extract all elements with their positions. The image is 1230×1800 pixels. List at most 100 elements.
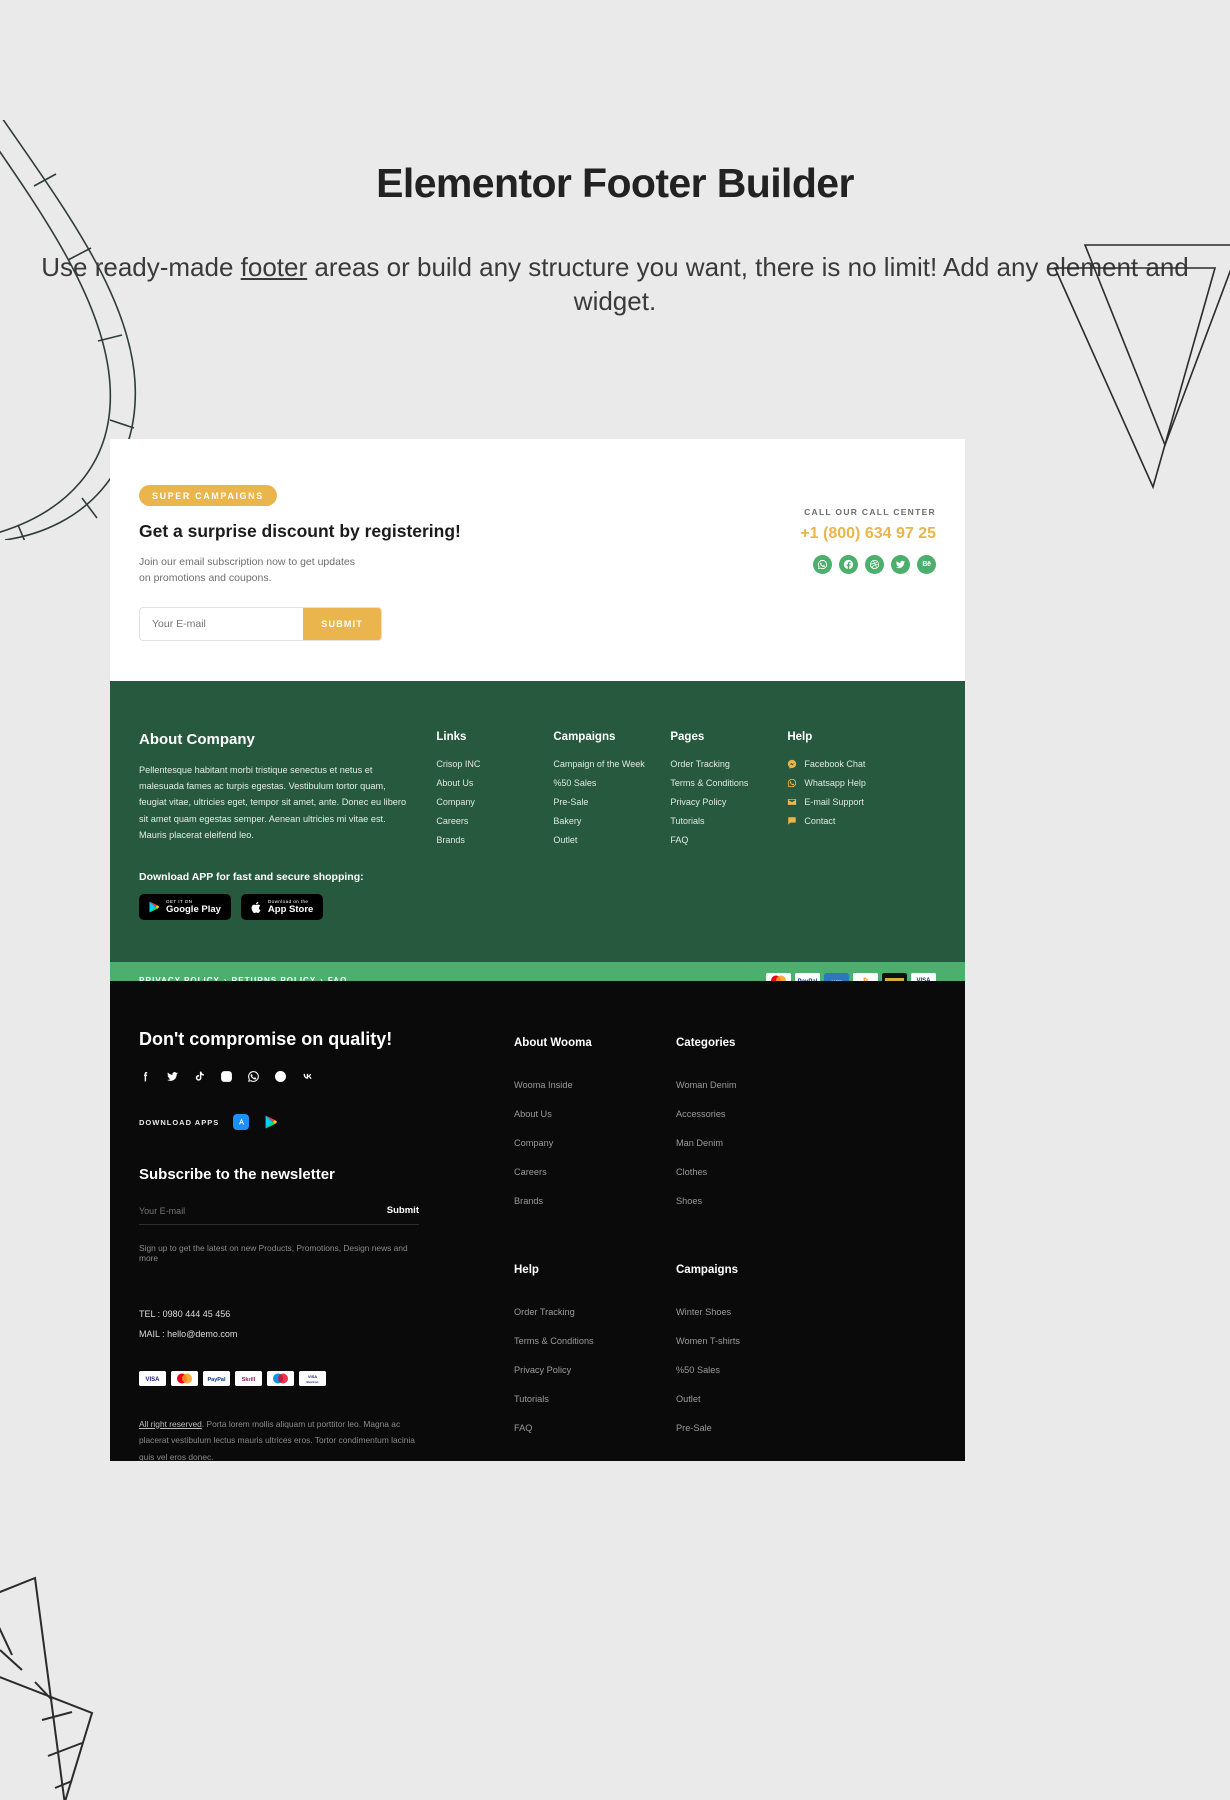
twitter-icon[interactable] [891, 555, 910, 574]
link[interactable]: Shoes [676, 1196, 702, 1206]
list-item[interactable]: Brands [514, 1191, 676, 1209]
link[interactable]: Campaign of the Week [553, 759, 658, 769]
list-item[interactable]: FAQ [514, 1418, 676, 1436]
link[interactable]: About Us [436, 778, 541, 788]
list-item[interactable]: E-mail Support [787, 797, 924, 807]
link[interactable]: Brands [436, 835, 541, 845]
link[interactable]: %50 Sales [676, 1365, 720, 1375]
link[interactable]: Winter Shoes [676, 1307, 731, 1317]
link[interactable]: Company [436, 797, 541, 807]
list-item[interactable]: Tutorials [514, 1389, 676, 1407]
facebook-icon[interactable] [839, 555, 858, 574]
list-item[interactable]: Bakery [553, 816, 658, 826]
submit-button-dark[interactable]: Submit [387, 1205, 419, 1216]
list-item[interactable]: Company [436, 797, 541, 807]
link[interactable]: Tutorials [514, 1394, 549, 1404]
link[interactable]: Crisop INC [436, 759, 541, 769]
help-link-contact[interactable]: Contact [787, 816, 924, 826]
email-input-dark[interactable] [139, 1206, 319, 1216]
link[interactable]: About Us [514, 1109, 552, 1119]
viber-icon[interactable] [274, 1070, 287, 1088]
link[interactable]: Brands [514, 1196, 543, 1206]
link[interactable]: Tutorials [670, 816, 775, 826]
list-item[interactable]: Pre-Sale [676, 1418, 838, 1436]
google-play-icon[interactable] [263, 1114, 279, 1130]
link[interactable]: Company [514, 1138, 553, 1148]
list-item[interactable]: Women T-shirts [676, 1331, 838, 1349]
facebook-icon[interactable] [139, 1070, 152, 1088]
list-item[interactable]: Privacy Policy [514, 1360, 676, 1378]
list-item[interactable]: FAQ [670, 835, 775, 845]
list-item[interactable]: %50 Sales [553, 778, 658, 788]
list-item[interactable]: Accessories [676, 1104, 838, 1122]
app-store-icon[interactable] [233, 1114, 250, 1130]
help-link-email-support[interactable]: E-mail Support [787, 797, 924, 807]
list-item[interactable]: Facebook Chat [787, 759, 924, 769]
list-item[interactable]: Crisop INC [436, 759, 541, 769]
list-item[interactable]: Outlet [553, 835, 658, 845]
link[interactable]: Privacy Policy [514, 1365, 571, 1375]
list-item[interactable]: Terms & Conditions [514, 1331, 676, 1349]
list-item[interactable]: Woman Denim [676, 1075, 838, 1093]
link[interactable]: Order Tracking [670, 759, 775, 769]
link[interactable]: Wooma Inside [514, 1080, 573, 1090]
whatsapp-icon[interactable] [813, 555, 832, 574]
list-item[interactable]: Contact [787, 816, 924, 826]
list-item[interactable]: Outlet [676, 1389, 838, 1407]
link[interactable]: Women T-shirts [676, 1336, 740, 1346]
list-item[interactable]: Pre-Sale [553, 797, 658, 807]
copyright-link[interactable]: All right reserved [139, 1419, 202, 1429]
link[interactable]: Bakery [553, 816, 658, 826]
list-item[interactable]: Privacy Policy [670, 797, 775, 807]
link[interactable]: Outlet [553, 835, 658, 845]
list-item[interactable]: %50 Sales [676, 1360, 838, 1378]
list-item[interactable]: Careers [514, 1162, 676, 1180]
list-item[interactable]: Brands [436, 835, 541, 845]
instagram-icon[interactable] [220, 1070, 233, 1088]
list-item[interactable]: Careers [436, 816, 541, 826]
link[interactable]: Pre-Sale [553, 797, 658, 807]
link[interactable]: Woman Denim [676, 1080, 737, 1090]
link[interactable]: Careers [436, 816, 541, 826]
list-item[interactable]: Shoes [676, 1191, 838, 1209]
link[interactable]: Man Denim [676, 1138, 723, 1148]
list-item[interactable]: Clothes [676, 1162, 838, 1180]
help-link-whatsapp[interactable]: Whatsapp Help [787, 778, 924, 788]
list-item[interactable]: Company [514, 1133, 676, 1151]
dribbble-icon[interactable] [865, 555, 884, 574]
link[interactable]: Terms & Conditions [670, 778, 775, 788]
behance-icon[interactable]: Bē [917, 555, 936, 574]
whatsapp-icon[interactable] [247, 1070, 260, 1088]
list-item[interactable]: About Us [514, 1104, 676, 1122]
list-item[interactable]: Whatsapp Help [787, 778, 924, 788]
help-link-facebook-chat[interactable]: Facebook Chat [787, 759, 924, 769]
list-item[interactable]: Winter Shoes [676, 1302, 838, 1320]
link[interactable]: Order Tracking [514, 1307, 575, 1317]
tiktok-icon[interactable] [193, 1070, 206, 1088]
list-item[interactable]: Campaign of the Week [553, 759, 658, 769]
list-item[interactable]: Terms & Conditions [670, 778, 775, 788]
link[interactable]: Outlet [676, 1394, 701, 1404]
app-store-badge[interactable]: Download on the App Store [240, 894, 324, 921]
list-item[interactable]: Wooma Inside [514, 1075, 676, 1093]
call-center-phone[interactable]: +1 (800) 634 97 25 [706, 525, 936, 543]
google-play-badge[interactable]: GET IT ON Google Play [139, 894, 231, 921]
link[interactable]: Privacy Policy [670, 797, 775, 807]
link[interactable]: Terms & Conditions [514, 1336, 594, 1346]
list-item[interactable]: Order Tracking [670, 759, 775, 769]
hero-subtitle-link[interactable]: footer [241, 252, 308, 282]
list-item[interactable]: Tutorials [670, 816, 775, 826]
link[interactable]: Pre-Sale [676, 1423, 712, 1433]
vk-icon[interactable] [301, 1070, 314, 1088]
submit-button[interactable]: SUBMIT [303, 607, 381, 640]
link[interactable]: Clothes [676, 1167, 707, 1177]
link[interactable]: FAQ [514, 1423, 532, 1433]
link[interactable]: Accessories [676, 1109, 726, 1119]
link[interactable]: %50 Sales [553, 778, 658, 788]
list-item[interactable]: Order Tracking [514, 1302, 676, 1320]
list-item[interactable]: Man Denim [676, 1133, 838, 1151]
twitter-icon[interactable] [166, 1070, 179, 1088]
email-input[interactable] [140, 607, 304, 640]
list-item[interactable]: About Us [436, 778, 541, 788]
link[interactable]: Careers [514, 1167, 547, 1177]
